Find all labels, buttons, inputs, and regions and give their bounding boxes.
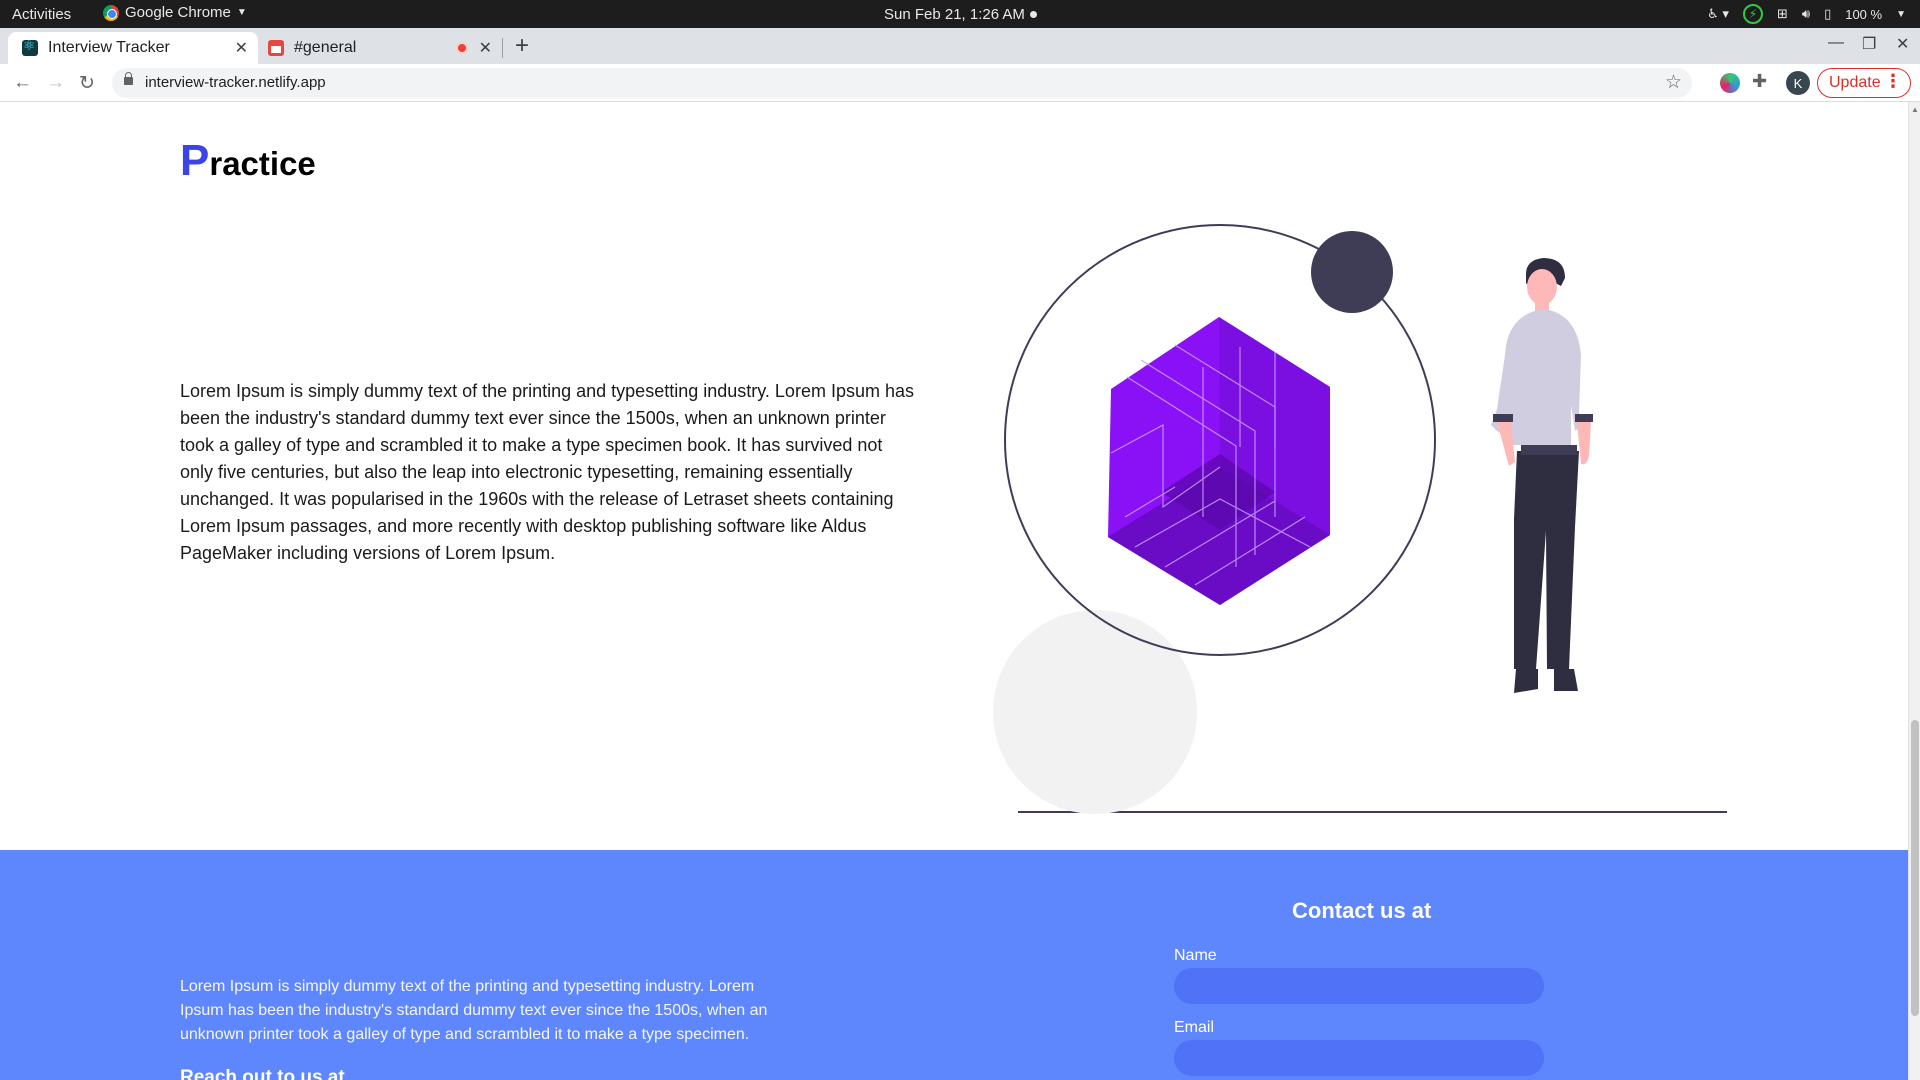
profile-avatar[interactable]: K xyxy=(1786,71,1810,95)
tab-general[interactable]: #general ✕ xyxy=(262,32,502,64)
grey-circle xyxy=(993,610,1197,814)
battery-label: 100 % xyxy=(1845,6,1883,22)
purple-cube xyxy=(1108,317,1330,605)
restore-icon[interactable]: ❐ xyxy=(1862,34,1876,54)
system-top-bar: Activities Google Chrome ▼ Sun Feb 21, 1… xyxy=(0,0,1920,28)
practice-illustration xyxy=(993,224,1727,814)
tab-interview-tracker[interactable]: Interview Tracker ✕ xyxy=(8,32,258,64)
url-text[interactable]: interview-tracker.netlify.app xyxy=(145,74,326,91)
network-icon: ⊞ xyxy=(1776,6,1788,21)
tab-label: Interview Tracker xyxy=(48,39,170,56)
chrome-icon xyxy=(103,4,119,21)
recording-icon xyxy=(456,42,468,54)
site-footer: Lorem Ipsum is simply dummy text of the … xyxy=(0,850,1908,1080)
chevron-down-icon: ▼ xyxy=(236,7,247,18)
app-menu[interactable]: Google Chrome ▼ xyxy=(103,4,247,21)
practice-paragraph: Lorem Ipsum is simply dummy text of the … xyxy=(180,381,914,563)
scrollbar-thumb[interactable] xyxy=(1911,720,1919,1016)
lock-icon[interactable] xyxy=(124,72,133,85)
update-button[interactable]: Update ⋮ xyxy=(1817,68,1911,98)
email-label: Email xyxy=(1174,1019,1215,1036)
heading-first-letter: P xyxy=(180,136,210,185)
battery-icon: ▯ xyxy=(1824,6,1832,21)
close-icon[interactable]: ✕ xyxy=(235,38,248,58)
email-input[interactable] xyxy=(1174,1040,1544,1076)
scroll-up-icon[interactable]: ▲ xyxy=(1911,105,1919,114)
contact-title: Contact us at xyxy=(1292,898,1432,923)
name-label: Name xyxy=(1174,947,1217,964)
clock-label: Sun Feb 21, 1:26 AM xyxy=(884,6,1025,23)
tab-strip: Interview Tracker ✕ #general ✕ + — ❐ ✕ xyxy=(0,28,1920,64)
extension-icon[interactable] xyxy=(1720,73,1740,93)
app-menu-label: Google Chrome xyxy=(125,4,231,21)
minimize-icon[interactable]: — xyxy=(1828,34,1844,52)
tab-label: #general xyxy=(294,39,357,56)
footer-paragraph: Lorem Ipsum is simply dummy text of the … xyxy=(180,978,768,1043)
close-window-icon[interactable]: ✕ xyxy=(1896,34,1909,54)
standing-person xyxy=(1491,258,1593,693)
practice-heading: Practice xyxy=(180,136,316,186)
name-input[interactable] xyxy=(1174,968,1544,1004)
activities-button[interactable]: Activities xyxy=(12,6,71,23)
volume-icon: 🔊︎ xyxy=(1801,6,1811,21)
extensions-puzzle-icon[interactable]: ✚ xyxy=(1752,71,1772,91)
close-icon[interactable]: ✕ xyxy=(479,38,492,58)
react-icon xyxy=(22,37,38,56)
notification-dot-icon xyxy=(1029,11,1037,18)
clock[interactable]: Sun Feb 21, 1:26 AM xyxy=(884,6,1037,23)
system-tray[interactable]: ♿︎ ▾ ⚡ ⊞ 🔊︎ ▯ 100 % ▼ xyxy=(1707,4,1906,24)
forward-icon[interactable]: → xyxy=(46,72,65,94)
power-manager-icon: ⚡ xyxy=(1742,4,1763,24)
address-bar[interactable]: interview-tracker.netlify.app ☆ xyxy=(112,68,1692,98)
page-scrollbar[interactable]: ▲ xyxy=(1908,102,1920,1080)
page-viewport: Practice Lorem Ipsum is simply dummy tex… xyxy=(0,102,1908,1080)
browser-toolbar: ← → ↻ interview-tracker.netlify.app ☆ ✚ … xyxy=(0,64,1920,102)
reload-icon[interactable]: ↻ xyxy=(79,72,95,95)
accessibility-icon: ♿︎ ▾ xyxy=(1707,6,1729,21)
more-vert-icon: ⋮ xyxy=(1884,71,1902,91)
tab-divider xyxy=(502,38,503,58)
reach-out-heading: Reach out to us at xyxy=(180,1067,345,1080)
bookmark-star-icon[interactable]: ☆ xyxy=(1665,71,1682,94)
desktop-screen: Activities Google Chrome ▼ Sun Feb 21, 1… xyxy=(0,0,1920,1080)
chevron-down-icon: ▼ xyxy=(1896,8,1906,20)
heading-rest: ractice xyxy=(209,145,316,182)
back-icon[interactable]: ← xyxy=(13,72,32,94)
update-label: Update xyxy=(1829,74,1881,91)
dark-planet xyxy=(1311,231,1393,313)
new-tab-button[interactable]: + xyxy=(515,32,529,60)
calendar-icon xyxy=(268,40,284,56)
